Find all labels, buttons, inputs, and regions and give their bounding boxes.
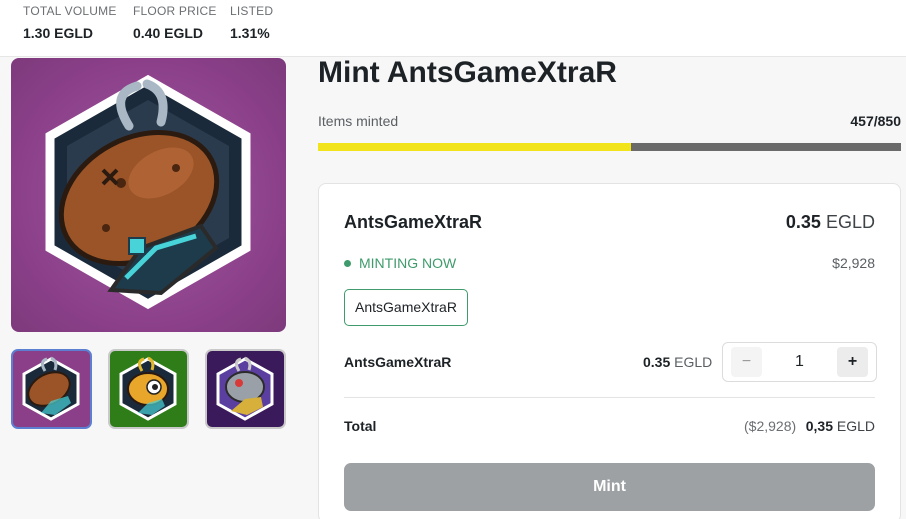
total-label: Total (344, 418, 377, 434)
stat-listed: LISTED 1.31% (230, 4, 273, 41)
mint-card: AntsGameXtraR 0.35 EGLD MINTING NOW $2,9… (318, 183, 901, 519)
ant-mascot-yellow-icon (119, 356, 177, 421)
total-value: 0,35 EGLD (806, 418, 875, 434)
quantity-input[interactable]: 1 (768, 343, 831, 381)
stat-label: FLOOR PRICE (133, 4, 217, 18)
stat-label: TOTAL VOLUME (23, 4, 117, 18)
ant-mascot-icon (45, 74, 251, 310)
minting-status: MINTING NOW (344, 255, 456, 271)
ant-mascot-brown-icon (22, 356, 80, 421)
nft-thumbnail-2[interactable] (108, 349, 189, 429)
line-item-name: AntsGameXtraR (344, 354, 452, 370)
line-item-price-currency: EGLD (674, 354, 713, 370)
total-amount: 0,35 (805, 418, 833, 434)
mint-price-usd: $2,928 (832, 255, 875, 271)
mint-price: 0.35 EGLD (786, 212, 875, 233)
collection-stats-bar: TOTAL VOLUME 1.30 EGLD FLOOR PRICE 0.40 … (0, 0, 906, 57)
mint-price-value: 0.35 (785, 212, 821, 232)
mint-progress-fill (318, 143, 632, 151)
status-dot-icon (344, 259, 351, 267)
total-currency: EGLD (836, 418, 875, 434)
stat-value: 1.30 EGLD (23, 25, 94, 41)
items-minted-label: Items minted (318, 113, 399, 129)
nft-thumbnail-3[interactable] (205, 349, 286, 429)
collection-chip[interactable]: AntsGameXtraR (344, 289, 468, 326)
total-usd: ($2,928) (744, 418, 797, 434)
quantity-stepper: − 1 + (722, 342, 877, 382)
mint-button[interactable]: Mint (344, 463, 875, 511)
stat-label: LISTED (230, 4, 274, 18)
stat-value: 1.31% (230, 25, 270, 41)
mint-progress-bar (318, 143, 901, 151)
items-minted-count: 457/850 (850, 113, 901, 129)
quantity-increase-button[interactable]: + (837, 347, 868, 377)
page-title: Mint AntsGameXtraR (318, 56, 617, 89)
divider (344, 397, 875, 398)
nft-thumbnail-1[interactable] (11, 349, 92, 429)
stat-value: 0.40 EGLD (133, 25, 204, 41)
ant-mascot-armored-icon (216, 356, 274, 421)
stat-floor-price: FLOOR PRICE 0.40 EGLD (133, 4, 217, 41)
line-item-price-value: 0.35 (643, 354, 671, 370)
mint-price-currency: EGLD (825, 212, 875, 232)
minting-status-label: MINTING NOW (359, 255, 457, 271)
nft-main-image (11, 58, 286, 332)
line-item-price: 0.35 EGLD (643, 354, 712, 370)
quantity-decrease-button[interactable]: − (731, 347, 762, 377)
stat-total-volume: TOTAL VOLUME 1.30 EGLD (23, 4, 117, 41)
collection-name: AntsGameXtraR (344, 212, 483, 232)
